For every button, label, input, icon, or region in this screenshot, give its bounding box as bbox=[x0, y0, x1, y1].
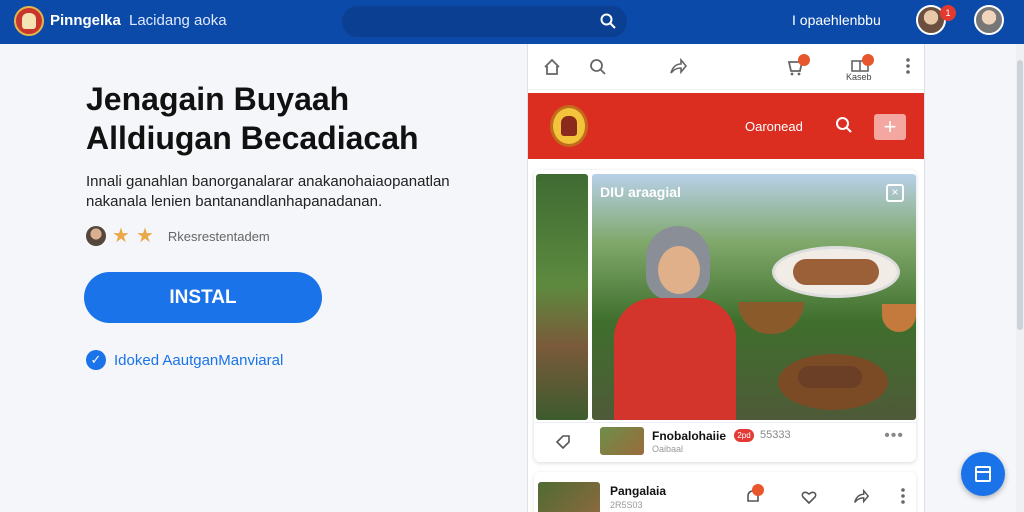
star-icon: ★ bbox=[135, 225, 154, 247]
phone-toolbar: Kaseb bbox=[528, 44, 924, 90]
star-icon: ★ bbox=[112, 225, 130, 247]
food-plate bbox=[778, 354, 888, 410]
phone-preview: Kaseb Oaronead + DIU araagial × Fnobaloh… bbox=[527, 44, 925, 512]
feed-photo[interactable]: DIU araagial × bbox=[592, 174, 916, 420]
search-icon[interactable] bbox=[599, 12, 617, 35]
more-horizontal-icon[interactable]: ••• bbox=[884, 427, 904, 445]
add-button[interactable]: + bbox=[874, 114, 906, 140]
check-circle-icon: ✓ bbox=[86, 350, 106, 370]
feed-post[interactable]: Pangalaia 2R5S03 bbox=[534, 472, 916, 512]
search-input[interactable] bbox=[342, 6, 627, 37]
author-thumbnail[interactable] bbox=[600, 427, 644, 455]
page-subtitle: Innali ganahlan banorganalarar anakanoha… bbox=[86, 173, 450, 210]
header-label[interactable]: Oaronead bbox=[745, 119, 803, 134]
author-badge: 2pd bbox=[734, 429, 754, 442]
feed-card[interactable]: DIU araagial × Fnobalohaiie Oaibaal 2pd … bbox=[534, 170, 916, 462]
notification-badge: 1 bbox=[940, 5, 956, 21]
page-title: Jenagain Buyaah Alldiugan Becadiacah bbox=[86, 80, 419, 158]
tag-icon[interactable] bbox=[554, 433, 572, 456]
close-icon[interactable]: × bbox=[886, 184, 904, 202]
heart-icon[interactable] bbox=[800, 488, 818, 511]
floating-action-button[interactable] bbox=[961, 452, 1005, 496]
more-vertical-icon[interactable] bbox=[900, 486, 906, 511]
post-badge bbox=[752, 484, 764, 496]
card-footer: Fnobalohaiie Oaibaal 2pd 55333 ••• bbox=[534, 422, 916, 462]
post-meta: 2R5S03 bbox=[610, 500, 643, 510]
food-bowl bbox=[882, 304, 916, 332]
more-vertical-icon[interactable] bbox=[905, 56, 911, 81]
brand-name[interactable]: Pinngelka bbox=[50, 12, 121, 29]
verified-row[interactable]: ✓ Idoked AautganManviaral bbox=[86, 350, 283, 370]
author-meta: Oaibaal bbox=[652, 444, 684, 454]
toolbar-label: Kaseb bbox=[846, 72, 872, 82]
search-icon[interactable] bbox=[834, 115, 854, 140]
person-body bbox=[614, 298, 736, 420]
profile-avatar[interactable] bbox=[974, 5, 1004, 35]
search-icon[interactable] bbox=[588, 57, 608, 82]
like-count: 55333 bbox=[760, 429, 791, 441]
person-face bbox=[658, 246, 700, 294]
phone-logo[interactable] bbox=[550, 105, 588, 147]
gallery-thumbnail-strip[interactable] bbox=[536, 174, 588, 420]
title-line-1: Jenagain Buyaah bbox=[86, 81, 350, 117]
post-author[interactable]: Pangalaia bbox=[610, 484, 666, 498]
account-link[interactable]: I opaehlenbbu bbox=[792, 12, 881, 28]
window-icon bbox=[975, 466, 991, 482]
post-thumbnail[interactable] bbox=[538, 482, 600, 512]
share-icon[interactable] bbox=[668, 57, 688, 82]
rating-row: ★ ★ Rkesrestentadem bbox=[86, 226, 270, 246]
author-name[interactable]: Fnobalohaiie bbox=[652, 429, 726, 443]
phone-header: Oaronead + bbox=[528, 93, 924, 159]
food-plate bbox=[772, 246, 900, 298]
gift-badge bbox=[862, 54, 874, 66]
share-icon[interactable] bbox=[852, 488, 870, 511]
app-logo[interactable] bbox=[14, 6, 44, 36]
photo-caption: DIU araagial bbox=[600, 184, 681, 200]
scrollbar-thumb[interactable] bbox=[1017, 60, 1023, 330]
food-bowl bbox=[738, 302, 804, 334]
rating-label: Rkesrestentadem bbox=[167, 228, 270, 244]
install-button[interactable]: INSTAL bbox=[84, 272, 322, 323]
title-line-2: Alldiugan Becadiacah bbox=[86, 120, 419, 156]
reviewer-avatar bbox=[86, 226, 106, 246]
cart-badge bbox=[798, 54, 810, 66]
brand-tagline: Lacidang aoka bbox=[129, 12, 227, 29]
home-icon[interactable] bbox=[542, 57, 562, 82]
verified-link[interactable]: Idoked AautganManviaral bbox=[114, 352, 283, 369]
